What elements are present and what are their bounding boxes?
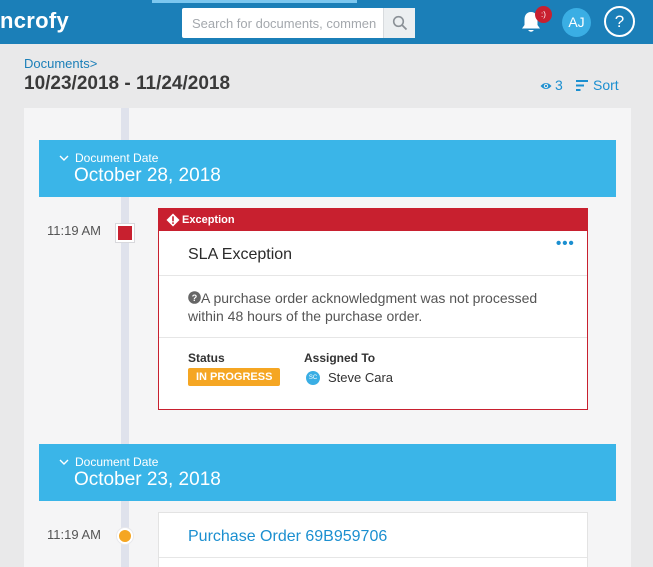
assigned-to-label: Assigned To xyxy=(304,351,376,365)
search-button[interactable] xyxy=(383,8,415,38)
date-group-header[interactable]: Document Date October 23, 2018 xyxy=(39,444,616,501)
exception-label: Exception xyxy=(182,214,235,226)
top-bar: ncrofy :) AJ ? xyxy=(0,0,653,44)
user-avatar[interactable]: AJ xyxy=(562,8,591,37)
more-options-button[interactable]: ••• xyxy=(556,235,575,252)
exception-header: Exception xyxy=(159,209,587,231)
info-icon: ? xyxy=(188,291,201,304)
entry-time: 11:19 AM xyxy=(47,527,101,542)
eye-icon xyxy=(540,83,552,89)
search-icon xyxy=(392,15,408,31)
date-group-label: Document Date xyxy=(75,151,159,165)
assignee-name[interactable]: Steve Cara xyxy=(328,370,393,385)
exception-card[interactable]: Exception SLA Exception ••• ? A purchase… xyxy=(158,208,588,410)
sort-icon xyxy=(576,80,588,91)
document-title-link[interactable]: Purchase Order 69B959706 xyxy=(188,528,387,546)
sort-button[interactable]: Sort xyxy=(576,77,619,93)
divider xyxy=(159,557,587,558)
timeline-node-exception xyxy=(116,224,134,242)
timeline-node-document xyxy=(117,528,133,544)
document-card[interactable]: Purchase Order 69B959706 xyxy=(158,512,588,567)
warning-icon xyxy=(166,213,180,227)
svg-text:?: ? xyxy=(192,293,198,303)
status-label: Status xyxy=(188,351,225,365)
status-badge[interactable]: IN PROGRESS xyxy=(188,368,281,386)
watchers-button[interactable]: 3 xyxy=(540,77,563,93)
divider xyxy=(159,337,587,338)
search-input[interactable] xyxy=(182,8,382,38)
entry-time: 11:19 AM xyxy=(47,223,101,238)
search-box xyxy=(182,8,415,38)
active-tab-indicator xyxy=(152,0,357,3)
chevron-down-icon xyxy=(59,151,69,165)
date-group-label: Document Date xyxy=(75,455,159,469)
breadcrumb[interactable]: Documents> xyxy=(24,56,97,71)
app-logo[interactable]: ncrofy xyxy=(0,8,69,34)
chevron-down-icon xyxy=(59,455,69,469)
exception-title[interactable]: SLA Exception xyxy=(188,246,292,264)
notification-badge: :) xyxy=(535,6,552,23)
divider xyxy=(159,275,587,276)
exception-description: ? A purchase order acknowledgment was no… xyxy=(188,290,538,324)
page-title: 10/23/2018 - 11/24/2018 xyxy=(24,73,231,94)
sort-label: Sort xyxy=(593,77,619,93)
watchers-count: 3 xyxy=(555,77,563,93)
date-group-header[interactable]: Document Date October 28, 2018 xyxy=(39,140,616,197)
assignee-avatar: SC xyxy=(306,371,320,385)
date-group-date: October 23, 2018 xyxy=(74,469,221,490)
help-circle-icon[interactable]: ? xyxy=(604,6,635,37)
date-group-date: October 28, 2018 xyxy=(74,165,221,186)
